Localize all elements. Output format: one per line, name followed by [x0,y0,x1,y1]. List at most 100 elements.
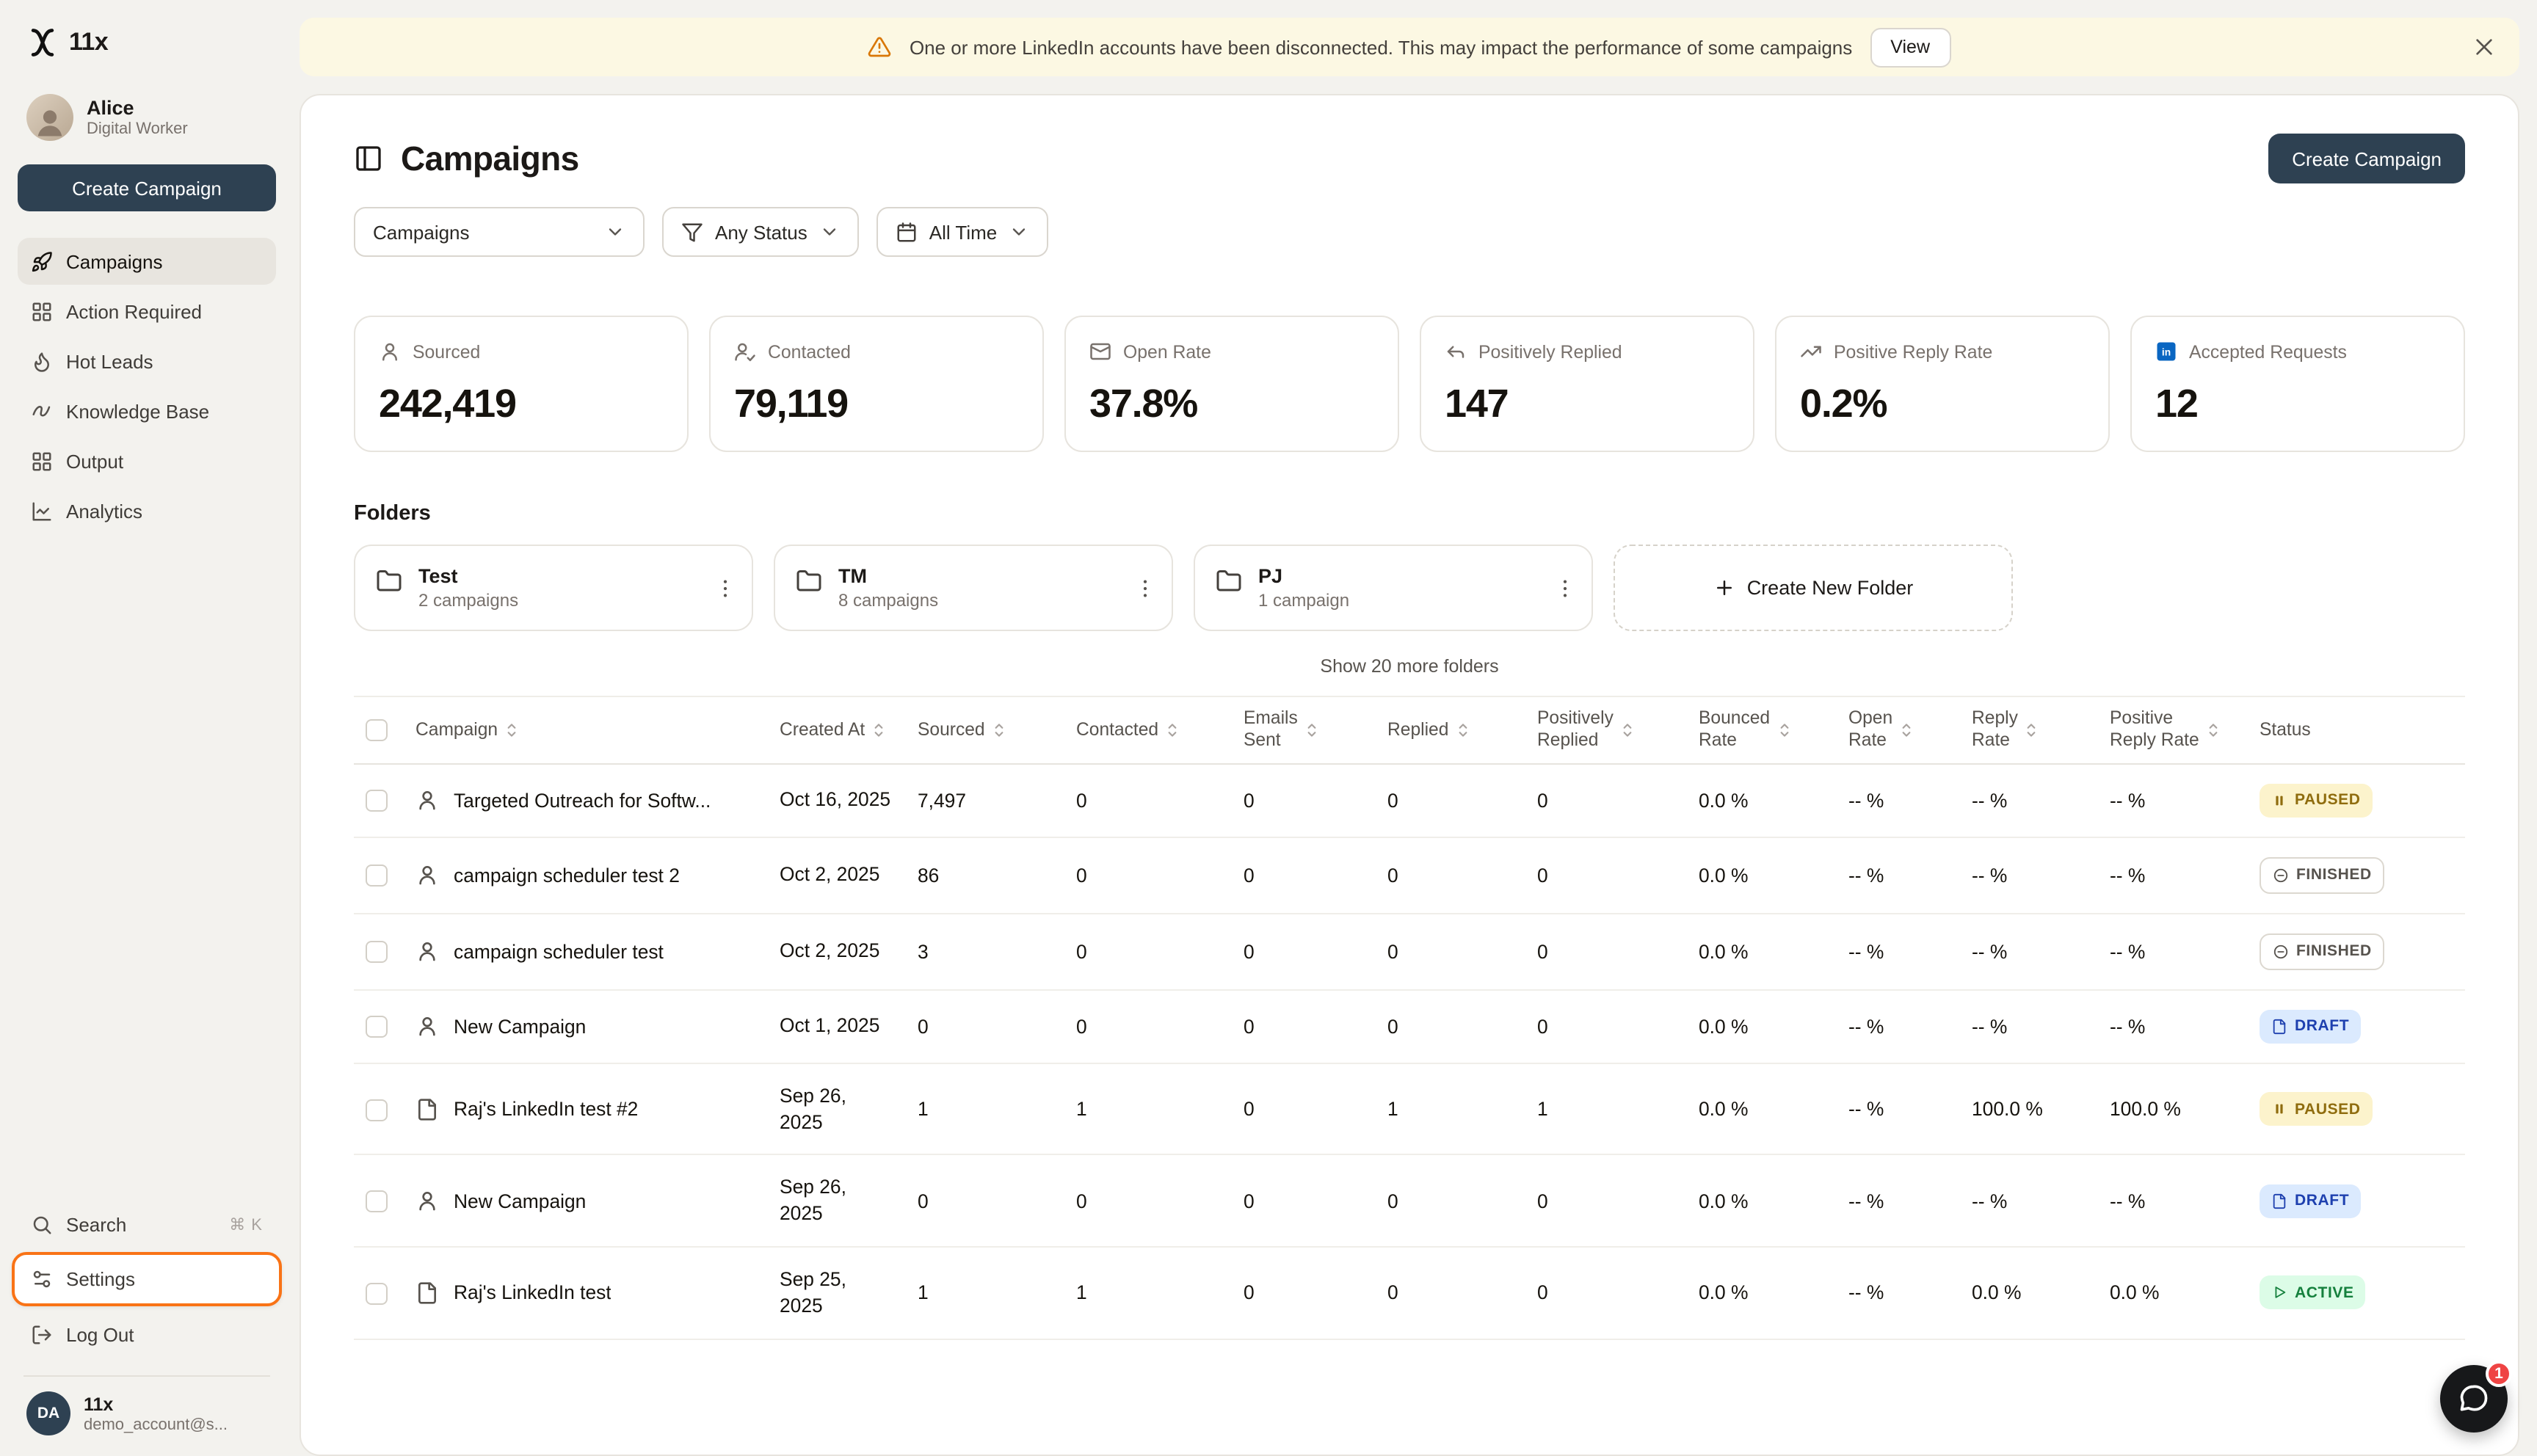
sidebar-item-hot-leads[interactable]: Hot Leads [18,338,276,385]
table-row[interactable]: New CampaignSep 26, 2025000000.0 %-- %--… [354,1155,2465,1247]
metric-cell: 0 [1525,989,1687,1063]
folder-icon [796,568,822,594]
table-row[interactable]: Targeted Outreach for Softw...Oct 16, 20… [354,763,2465,837]
person-icon [31,103,69,141]
folder-card-test[interactable]: Test2 campaigns [354,545,753,631]
stat-value: 37.8% [1089,382,1374,427]
sidebar-item-log-out[interactable]: Log Out [18,1311,276,1358]
column-header-campaign[interactable]: Campaign [404,696,768,763]
table-row[interactable]: New CampaignOct 1, 2025000000.0 %-- %-- … [354,989,2465,1063]
select-all-checkbox[interactable] [366,719,388,741]
banner-view-button[interactable]: View [1870,27,1950,67]
sidebar-toggle-icon[interactable] [354,144,383,173]
plus-icon [1713,577,1735,599]
column-header-status[interactable]: Status [2248,696,2465,763]
sidebar-item-analytics[interactable]: Analytics [18,487,276,534]
metric-cell: 1 [906,1247,1064,1339]
created-at-cell: Oct 2, 2025 [768,837,906,913]
filter-any-status-dropdown[interactable]: Any Status [662,207,859,257]
stat-card-accepted-requests: inAccepted Requests12 [2130,316,2465,452]
chevron-down-icon [605,222,625,242]
table-row[interactable]: Raj's LinkedIn testSep 25, 2025110000.0 … [354,1247,2465,1339]
page-header: Campaigns Create Campaign [354,134,2465,183]
column-header-sourced[interactable]: Sourced [906,696,1064,763]
column-header-created-at[interactable]: Created At [768,696,906,763]
status-label: PAUSED [2295,1100,2361,1118]
row-checkbox[interactable] [366,864,388,887]
folder-menu-icon[interactable] [714,576,737,600]
metric-cell: 0.0 % [1960,1247,2098,1339]
filter-campaigns-dropdown[interactable]: Campaigns [354,207,645,257]
column-header-bounced-rate[interactable]: Bounced Rate [1687,696,1837,763]
row-checkbox[interactable] [366,1016,388,1038]
row-checkbox[interactable] [366,1190,388,1212]
campaign-name: Targeted Outreach for Softw... [454,789,711,811]
chevron-down-icon [1009,222,1029,242]
banner-close-icon[interactable] [2472,35,2496,59]
column-header-positive-reply-rate[interactable]: Positive Reply Rate [2098,696,2248,763]
folder-card-tm[interactable]: TM8 campaigns [774,545,1173,631]
account-switcher[interactable]: DA 11x demo_account@s... [18,1391,276,1435]
sidebar-item-settings[interactable]: Settings [12,1252,282,1306]
column-header-reply-rate[interactable]: Reply Rate [1960,696,2098,763]
create-new-folder-button[interactable]: Create New Folder [1614,545,2013,631]
linkedin-icon: in [2155,341,2177,363]
folder-menu-icon[interactable] [1133,576,1157,600]
sort-icon [1618,721,1637,740]
status-label: FINISHED [2296,866,2372,884]
flame-icon [31,350,53,372]
sort-icon [1897,721,1916,740]
row-checkbox[interactable] [366,1283,388,1305]
metric-cell: 0 [1232,763,1376,837]
sidebar-item-label: Knowledge Base [66,400,209,422]
filter-label: All Time [929,221,997,243]
column-header-replied[interactable]: Replied [1376,696,1525,763]
metric-cell: 0.0 % [1687,1155,1837,1247]
sidebar-item-campaigns[interactable]: Campaigns [18,238,276,285]
metric-cell: 0 [1064,837,1232,913]
stat-card-positively-replied: Positively Replied147 [1420,316,1754,452]
campaign-name: Raj's LinkedIn test #2 [454,1098,638,1120]
metric-cell: -- % [2098,763,2248,837]
stat-label: Positively Replied [1478,341,1622,362]
chat-notification-badge: 1 [2486,1361,2512,1387]
column-header-open-rate[interactable]: Open Rate [1837,696,1960,763]
row-checkbox[interactable] [366,941,388,963]
main-area: One or more LinkedIn accounts have been … [294,0,2537,1456]
file-icon [415,1097,439,1121]
user-check-icon [734,341,756,363]
sidebar-item-knowledge-base[interactable]: Knowledge Base [18,387,276,434]
sidebar-item-label: Settings [66,1268,135,1290]
sidebar-item-search[interactable]: Search⌘ K [18,1201,276,1248]
sidebar-create-campaign-button[interactable]: Create Campaign [18,164,276,211]
column-header-contacted[interactable]: Contacted [1064,696,1232,763]
select-all-header [354,696,404,763]
table-row[interactable]: campaign scheduler test 2Oct 2, 20258600… [354,837,2465,913]
avatar [26,94,73,141]
folder-card-pj[interactable]: PJ1 campaign [1194,545,1593,631]
metric-cell: 0 [1525,763,1687,837]
sidebar-item-output[interactable]: Output [18,437,276,484]
metric-cell: 0 [1376,763,1525,837]
file-icon [2271,1193,2287,1209]
column-header-positively-replied[interactable]: Positively Replied [1525,696,1687,763]
metric-cell: 0 [1232,913,1376,989]
folder-menu-icon[interactable] [1553,576,1577,600]
table-row[interactable]: campaign scheduler testOct 2, 2025300000… [354,913,2465,989]
row-checkbox[interactable] [366,790,388,812]
create-campaign-button[interactable]: Create Campaign [2268,134,2465,183]
filter-all-time-dropdown[interactable]: All Time [876,207,1048,257]
show-more-folders-button[interactable]: Show 20 more folders [1311,655,1507,678]
row-checkbox[interactable] [366,1099,388,1121]
reply-icon [1445,341,1467,363]
chat-widget-button[interactable]: 1 [2440,1365,2508,1433]
table-row[interactable]: Raj's LinkedIn test #2Sep 26, 2025110110… [354,1063,2465,1154]
metric-cell: -- % [2098,913,2248,989]
sidebar-item-action-required[interactable]: Action Required [18,288,276,335]
chevron-down-icon [819,222,840,242]
create-folder-label: Create New Folder [1747,577,1914,599]
column-header-emails-sent[interactable]: Emails Sent [1232,696,1376,763]
metric-cell: -- % [1837,837,1960,913]
filter-bar: Campaigns Any Status All Time [354,207,2465,257]
metric-cell: 0 [1232,837,1376,913]
